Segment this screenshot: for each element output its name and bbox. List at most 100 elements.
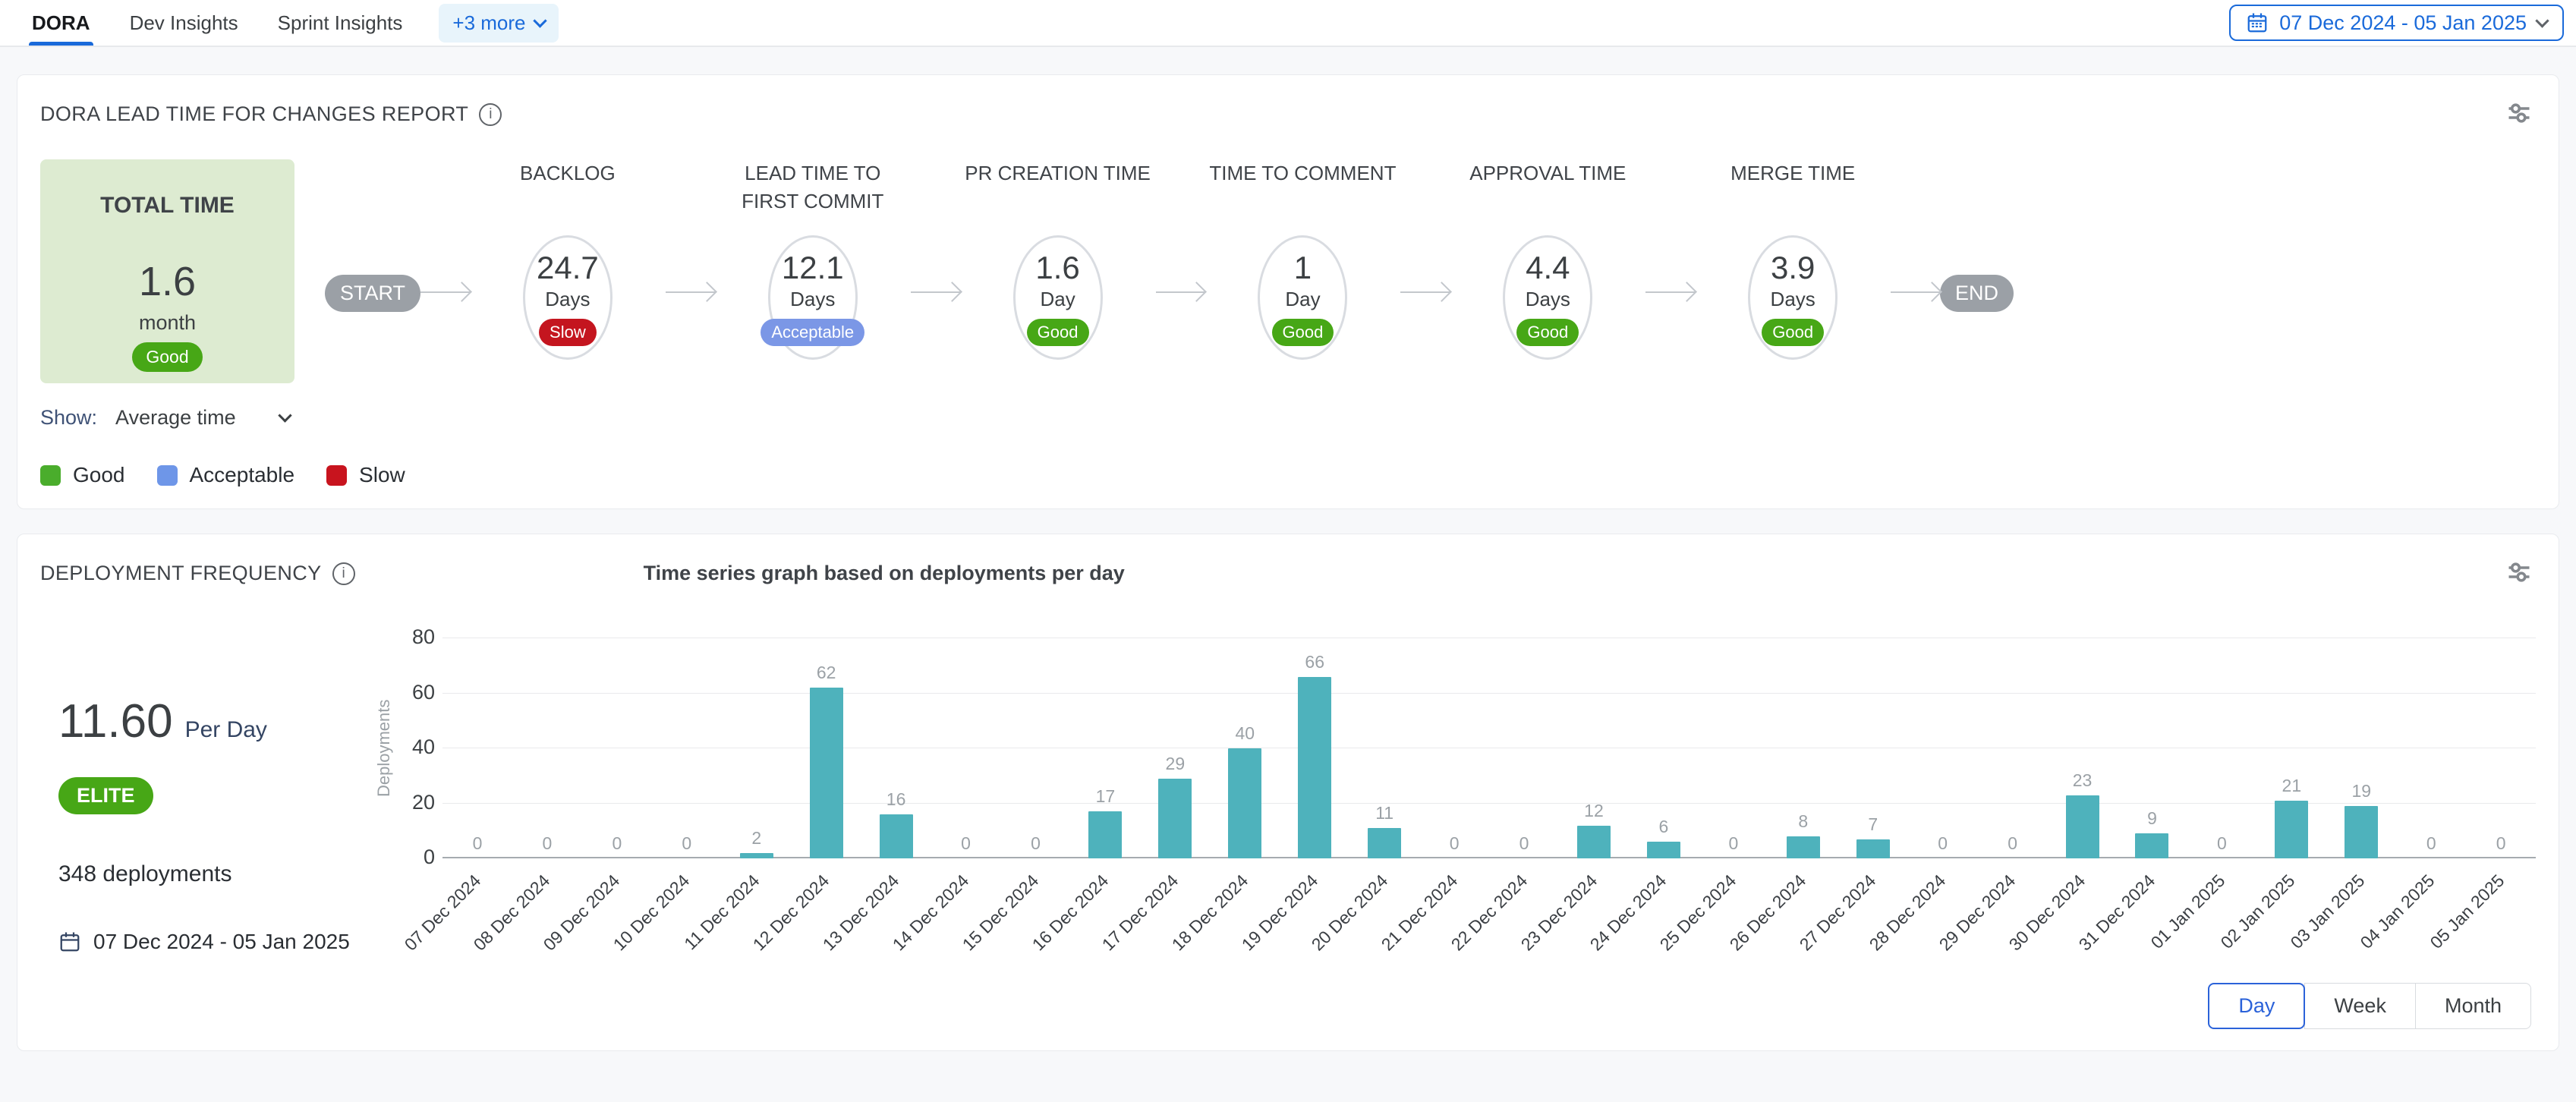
- bar: [1856, 839, 1890, 858]
- bar-slot: 29: [1140, 638, 1210, 858]
- stage-unit: Days: [1526, 288, 1570, 311]
- bar-value-label: 16: [886, 789, 906, 810]
- bar-slot: 0: [652, 638, 722, 858]
- bar-value-label: 17: [1096, 786, 1116, 807]
- show-metric-dropdown[interactable]: Show: Average time: [40, 406, 294, 430]
- y-axis-tick: 40: [412, 735, 435, 759]
- stage-label: BACKLOG: [520, 159, 616, 235]
- x-slot: 05 Jan 2025: [2466, 858, 2536, 972]
- bar-value-label: 0: [1519, 833, 1529, 854]
- stage-approval-time: APPROVAL TIME 4.4Days Good: [1450, 159, 1645, 360]
- total-time-unit: month: [139, 311, 196, 335]
- lead-time-flow: STARTBACKLOG24.7DaysSlowLEAD TIME TO FIR…: [325, 159, 2014, 430]
- legend-label: Good: [73, 463, 125, 487]
- lead-time-card: DORA LEAD TIME FOR CHANGES REPORT i TOTA…: [17, 74, 2559, 509]
- stage-unit: Days: [790, 288, 835, 311]
- bar-value-label: 0: [1031, 833, 1041, 854]
- bar-slot: 0: [1978, 638, 2048, 858]
- top-tab-bar: DORADev InsightsSprint Insights +3 more …: [0, 0, 2576, 47]
- deployment-rate-value: 11.60: [58, 694, 173, 748]
- bar: [2066, 795, 2099, 858]
- bar-slot: 9: [2118, 638, 2187, 858]
- bar-slot: 7: [1838, 638, 1908, 858]
- calendar-icon: [2246, 11, 2269, 34]
- stage-label: TIME TO COMMENT: [1209, 159, 1396, 235]
- bar: [1158, 779, 1192, 858]
- y-axis-tick: 0: [424, 845, 435, 869]
- stage-circle: 24.7DaysSlow: [523, 235, 613, 360]
- stage-status-badge: Good: [1272, 319, 1334, 346]
- granularity-day[interactable]: Day: [2208, 983, 2305, 1029]
- granularity-week[interactable]: Week: [2304, 983, 2416, 1029]
- bar-value-label: 0: [2426, 833, 2436, 854]
- bar-slot: 0: [1699, 638, 1768, 858]
- stage-label: APPROVAL TIME: [1469, 159, 1626, 235]
- bar: [2275, 801, 2308, 858]
- bar-slot: 0: [2187, 638, 2256, 858]
- bar: [1647, 842, 1680, 858]
- bar-value-label: 6: [1659, 817, 1669, 837]
- deployment-rate-unit: Per Day: [185, 717, 267, 743]
- bar-slot: 16: [861, 638, 931, 858]
- bar-value-label: 0: [961, 833, 971, 854]
- stage-value: 3.9: [1771, 250, 1815, 286]
- total-time-card: TOTAL TIME 1.6 month Good: [40, 159, 294, 383]
- lead-time-title: DORA LEAD TIME FOR CHANGES REPORT: [40, 102, 468, 126]
- stage-unit: Day: [1040, 288, 1075, 311]
- chart-settings-button[interactable]: [2502, 556, 2536, 591]
- bar-slot: 0: [1419, 638, 1489, 858]
- legend-swatch: [157, 465, 178, 486]
- bar-slot: 0: [512, 638, 582, 858]
- stage-label: PR CREATION TIME: [965, 159, 1151, 235]
- tab-dev-insights[interactable]: Dev Insights: [127, 0, 241, 46]
- deployment-frequency-title: DEPLOYMENT FREQUENCY: [40, 562, 322, 585]
- tab-dora[interactable]: DORA: [29, 0, 93, 46]
- stage-value: 4.4: [1526, 250, 1570, 286]
- bar-slot: 2: [722, 638, 792, 858]
- bar-value-label: 0: [682, 833, 691, 854]
- bar: [740, 853, 773, 858]
- bar-slot: 0: [1001, 638, 1071, 858]
- sliders-icon: [2505, 99, 2533, 127]
- tab-sprint-insights[interactable]: Sprint Insights: [275, 0, 406, 46]
- bar-value-label: 11: [1375, 803, 1393, 823]
- x-axis-labels: 07 Dec 202408 Dec 202409 Dec 202410 Dec …: [442, 858, 2536, 972]
- bar-value-label: 0: [2496, 833, 2506, 854]
- bar: [1787, 836, 1820, 858]
- legend-label: Acceptable: [190, 463, 295, 487]
- stage-value: 24.7: [537, 250, 599, 286]
- total-time-label: TOTAL TIME: [100, 193, 235, 219]
- stage-circle: 12.1DaysAcceptable: [768, 235, 858, 360]
- tier-badge: ELITE: [58, 777, 153, 814]
- date-range-label: 07 Dec 2024 - 05 Jan 2025: [2279, 11, 2527, 35]
- info-icon[interactable]: i: [479, 103, 502, 126]
- more-tabs-button[interactable]: +3 more: [439, 4, 558, 43]
- chevron-down-icon: [278, 408, 291, 422]
- stage-status-badge: Good: [1516, 319, 1579, 346]
- bar-slot: 21: [2256, 638, 2326, 858]
- bar-series: 0000262160017294066110012608700239021190…: [442, 638, 2536, 858]
- bar-value-label: 2: [751, 828, 761, 849]
- chevron-down-icon: [2535, 14, 2549, 27]
- bar-slot: 0: [1908, 638, 1978, 858]
- stage-pr-creation-time: PR CREATION TIME1.6DayGood: [960, 159, 1156, 360]
- stage-label: LEAD TIME TO FIRST COMMIT: [715, 159, 911, 235]
- bar-slot: 0: [2466, 638, 2536, 858]
- bar: [1298, 677, 1331, 858]
- bar-value-label: 9: [2147, 808, 2157, 829]
- bar-slot: 8: [1768, 638, 1838, 858]
- info-icon[interactable]: i: [332, 562, 355, 585]
- bar-value-label: 23: [2073, 770, 2093, 791]
- stage-value: 1.6: [1035, 250, 1079, 286]
- bar-value-label: 0: [1938, 833, 1948, 854]
- bar-value-label: 40: [1235, 723, 1255, 744]
- bar-value-label: 0: [1450, 833, 1460, 854]
- granularity-month[interactable]: Month: [2415, 983, 2531, 1029]
- bar-value-label: 62: [817, 663, 836, 683]
- bar-slot: 62: [792, 638, 861, 858]
- y-axis-tick: 80: [412, 625, 435, 649]
- bar-slot: 6: [1629, 638, 1699, 858]
- chart-settings-button[interactable]: [2502, 96, 2536, 132]
- date-range-picker[interactable]: 07 Dec 2024 - 05 Jan 2025: [2229, 5, 2564, 41]
- more-tabs-label: +3 more: [452, 11, 525, 35]
